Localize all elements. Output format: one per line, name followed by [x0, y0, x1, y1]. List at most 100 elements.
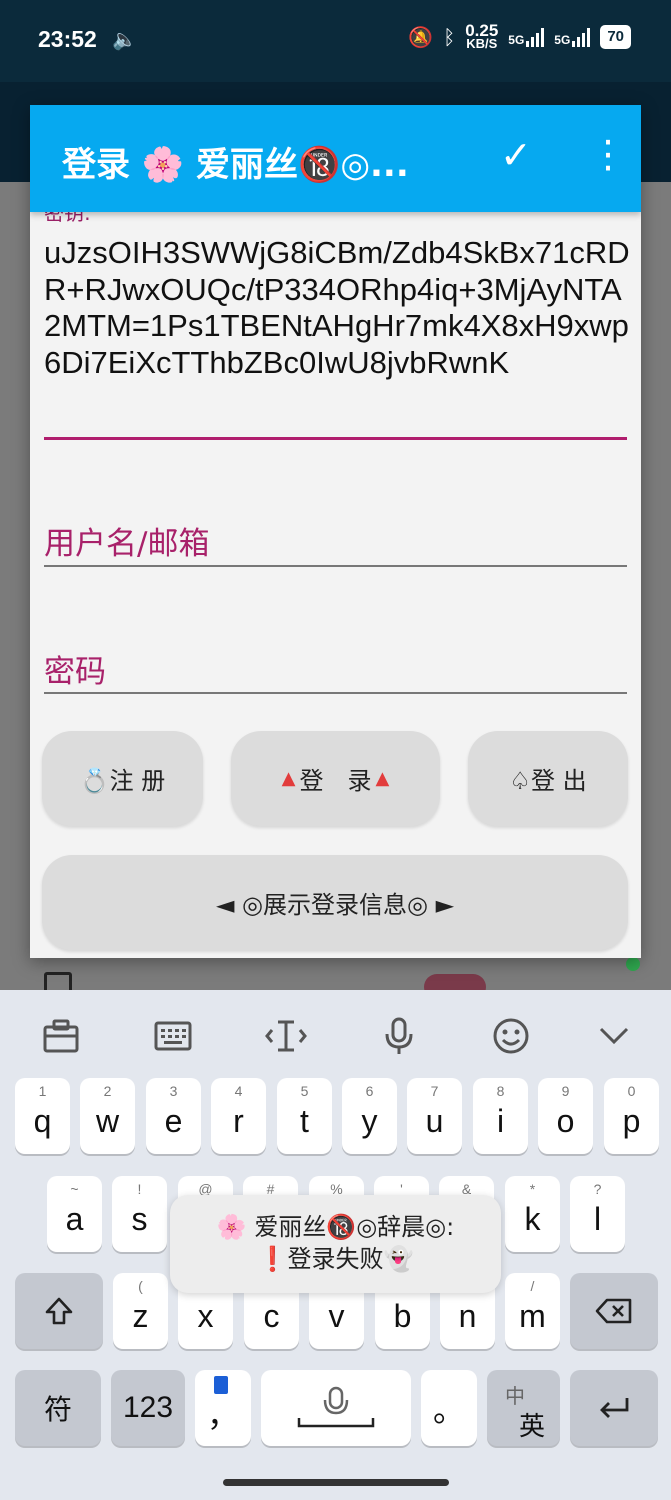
login-dialog: 登录 🌸 爱丽丝🔞◎... ✓ ⋮ 密钥: uJzsOIH3SWWjG8iCBm…	[30, 105, 641, 958]
key-secondary-label: (	[138, 1278, 143, 1294]
microphone-icon[interactable]	[375, 1012, 423, 1060]
toast-message: 🌸 爱丽丝🔞◎辞晨◎: ❗登录失败👻	[170, 1195, 501, 1293]
language-switch-key[interactable]: 中 英	[487, 1370, 560, 1446]
emoji-icon[interactable]	[487, 1012, 535, 1060]
token-field-underline	[44, 437, 627, 440]
password-field-underline	[44, 692, 627, 694]
key-r[interactable]: 4r	[211, 1078, 266, 1154]
network-speed: 0.25 KB/S	[465, 21, 499, 51]
key-o[interactable]: 9o	[538, 1078, 593, 1154]
key-label: b	[393, 1297, 412, 1334]
gesture-nav-bar[interactable]	[223, 1479, 449, 1486]
key-label: y	[361, 1102, 378, 1139]
key-label: x	[197, 1297, 214, 1334]
register-button[interactable]: 💍注 册	[42, 731, 203, 826]
password-field[interactable]: 密码	[44, 646, 106, 691]
shift-key[interactable]	[15, 1273, 103, 1349]
key-label: c	[263, 1297, 280, 1334]
volume-icon: 🔈	[112, 27, 137, 51]
mute-icon: 🔕	[408, 25, 434, 49]
key-u[interactable]: 7u	[407, 1078, 462, 1154]
key-secondary-label: ~	[70, 1181, 79, 1197]
signal-sim1-icon: 5G	[508, 27, 545, 47]
key-label: p	[622, 1102, 641, 1139]
voice-note-icon	[214, 1376, 228, 1394]
enter-icon	[600, 1398, 629, 1418]
show-login-info-button[interactable]: ◄ ◎展示登录信息◎ ►	[42, 855, 628, 950]
key-i[interactable]: 8i	[473, 1078, 528, 1154]
key-z[interactable]: (z	[113, 1273, 168, 1349]
check-icon[interactable]: ✓	[500, 133, 532, 177]
key-label: k	[524, 1200, 541, 1237]
key-secondary-label: *	[529, 1181, 536, 1197]
key-secondary-label: 5	[300, 1083, 309, 1099]
key-l[interactable]: ? l	[570, 1176, 625, 1252]
key-secondary-label: !	[137, 1181, 142, 1197]
triangle-icon: ▲	[375, 768, 390, 789]
key-label: n	[458, 1297, 477, 1334]
key-label: w	[95, 1102, 120, 1139]
numbers-key[interactable]: 123	[111, 1370, 185, 1446]
key-q[interactable]: 1q	[15, 1078, 70, 1154]
logout-button[interactable]: ♤登 出	[468, 731, 628, 826]
key-secondary-label: 8	[496, 1083, 505, 1099]
comma-key[interactable]: ，	[195, 1370, 251, 1446]
token-field[interactable]: uJzsOIH3SWWjG8iCBm/Zdb4SkBx71cRDR+RJwxOU…	[44, 235, 634, 381]
key-secondary-label: 3	[169, 1083, 178, 1099]
key-secondary-label: 2	[103, 1083, 112, 1099]
shift-icon	[45, 1297, 73, 1325]
key-w[interactable]: 2w	[80, 1078, 135, 1154]
background-app-row	[0, 962, 671, 1000]
key-secondary-label: 4	[234, 1083, 243, 1099]
enter-key[interactable]	[570, 1370, 658, 1446]
key-p[interactable]: 0p	[604, 1078, 659, 1154]
signal-sim2-icon: 5G	[554, 27, 591, 47]
symbols-key[interactable]: 符	[15, 1370, 101, 1446]
period-key[interactable]: 。	[421, 1370, 477, 1446]
bluetooth-icon: ᛒ	[443, 25, 456, 49]
username-field-underline	[44, 565, 627, 567]
key-label: e	[164, 1102, 183, 1139]
key-secondary-label: /	[530, 1278, 535, 1294]
key-label: z	[132, 1297, 149, 1334]
more-vert-icon[interactable]: ⋮	[589, 135, 627, 173]
key-label: q	[33, 1102, 52, 1139]
key-label: o	[556, 1102, 575, 1139]
key-label: m	[519, 1297, 546, 1334]
key-label: v	[328, 1297, 345, 1334]
login-button[interactable]: ▲ 登 录 ▲	[231, 731, 440, 826]
battery-icon: 70	[600, 25, 631, 49]
dialog-title: 登录 🌸 爱丽丝🔞◎...	[62, 145, 409, 185]
space-mic-icon	[297, 1386, 375, 1428]
clock: 23:52	[38, 26, 97, 52]
key-secondary-label: 9	[561, 1083, 570, 1099]
status-bar: 23:52 🔈 🔕 ᛒ 0.25 KB/S 5G 5G 70	[0, 0, 671, 82]
key-secondary-label: 1	[38, 1083, 47, 1099]
keyboard-icon[interactable]	[149, 1012, 197, 1060]
status-icons: 🔕 ᛒ 0.25 KB/S 5G 5G 70	[408, 21, 631, 51]
collapse-icon[interactable]	[590, 1012, 638, 1060]
key-t[interactable]: 5t	[277, 1078, 332, 1154]
key-label: u	[425, 1102, 444, 1139]
username-field[interactable]: 用户名/邮箱	[44, 518, 209, 563]
key-e[interactable]: 3e	[146, 1078, 201, 1154]
cursor-icon[interactable]	[262, 1012, 310, 1060]
key-a[interactable]: ~ a	[47, 1176, 102, 1252]
key-secondary-label: 6	[365, 1083, 374, 1099]
key-label: a	[65, 1200, 84, 1237]
key-s[interactable]: ! s	[112, 1176, 167, 1252]
keyboard-toolbar	[0, 990, 671, 1080]
key-label: i	[496, 1102, 505, 1139]
key-label: s	[131, 1200, 148, 1237]
key-y[interactable]: 6y	[342, 1078, 397, 1154]
key-label: t	[300, 1102, 309, 1139]
backspace-key[interactable]	[570, 1273, 658, 1349]
triangle-icon: ▲	[281, 768, 296, 789]
key-secondary-label: ?	[593, 1181, 602, 1197]
key-label: l	[593, 1200, 602, 1237]
key-k[interactable]: * k	[505, 1176, 560, 1252]
key-secondary-label: 7	[430, 1083, 439, 1099]
key-m[interactable]: / m	[505, 1273, 560, 1349]
space-key[interactable]	[261, 1370, 411, 1446]
clipboard-icon[interactable]	[37, 1012, 85, 1060]
